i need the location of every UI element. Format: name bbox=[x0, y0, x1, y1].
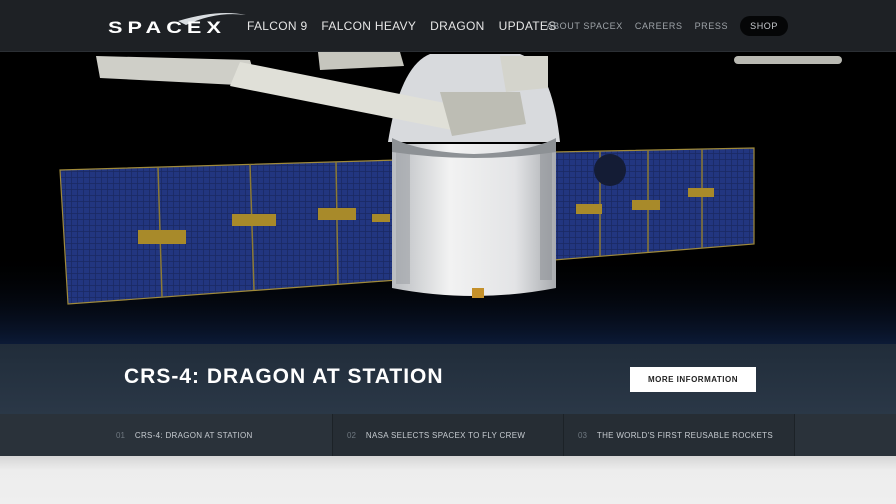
nav-falcon-9[interactable]: FALCON 9 bbox=[247, 19, 307, 33]
slide-title: CRS-4: DRAGON AT STATION bbox=[124, 365, 444, 388]
left-solar-array bbox=[59, 159, 399, 305]
slide-tab-label: CRS-4: DRAGON AT STATION bbox=[134, 430, 253, 440]
slide-tab-1[interactable]: 01 CRS-4: DRAGON AT STATION bbox=[102, 414, 332, 456]
slide-tab-label: THE WORLD'S FIRST REUSABLE ROCKETS bbox=[596, 430, 773, 440]
secondary-nav: ABOUT SPACEX CAREERS PRESS SHOP bbox=[546, 0, 788, 52]
slide-caption: CRS-4: DRAGON AT STATION MORE INFORMATIO… bbox=[0, 344, 896, 414]
nav-dragon[interactable]: DRAGON bbox=[430, 19, 484, 33]
page: SPACEX FALCON 9 FALCON HEAVY DRAGON UPDA… bbox=[0, 0, 896, 456]
dragon-spacecraft-illustration bbox=[0, 52, 896, 344]
main-nav: FALCON 9 FALCON HEAVY DRAGON UPDATES bbox=[247, 0, 557, 52]
nav-press[interactable]: PRESS bbox=[695, 21, 729, 31]
slide-tab-3[interactable]: 03 THE WORLD'S FIRST REUSABLE ROCKETS bbox=[563, 414, 795, 456]
nav-careers[interactable]: CAREERS bbox=[635, 21, 683, 31]
right-solar-array bbox=[553, 147, 755, 261]
logo-text: SPACEX bbox=[108, 18, 226, 37]
slide-tab-label: NASA SELECTS SPACEX TO FLY CREW bbox=[365, 430, 526, 440]
slide-tab-2[interactable]: 02 NASA SELECTS SPACEX TO FLY CREW bbox=[332, 414, 563, 456]
more-information-button[interactable]: MORE INFORMATION bbox=[630, 367, 756, 392]
slide-tab-number: 02 bbox=[347, 430, 356, 440]
shop-button[interactable]: SHOP bbox=[740, 16, 788, 36]
nav-falcon-heavy[interactable]: FALCON HEAVY bbox=[321, 19, 416, 33]
slide-tab-number: 03 bbox=[578, 430, 587, 440]
hero-image bbox=[0, 52, 896, 344]
spacex-logo[interactable]: SPACEX bbox=[108, 11, 248, 39]
site-header: SPACEX FALCON 9 FALCON HEAVY DRAGON UPDA… bbox=[0, 0, 896, 52]
slide-tab-number: 01 bbox=[116, 430, 125, 440]
dragon-capsule bbox=[388, 54, 560, 298]
page-background-strip bbox=[0, 456, 896, 504]
nav-about-spacex[interactable]: ABOUT SPACEX bbox=[546, 21, 622, 31]
slide-tabs: 01 CRS-4: DRAGON AT STATION 02 NASA SELE… bbox=[0, 414, 896, 456]
